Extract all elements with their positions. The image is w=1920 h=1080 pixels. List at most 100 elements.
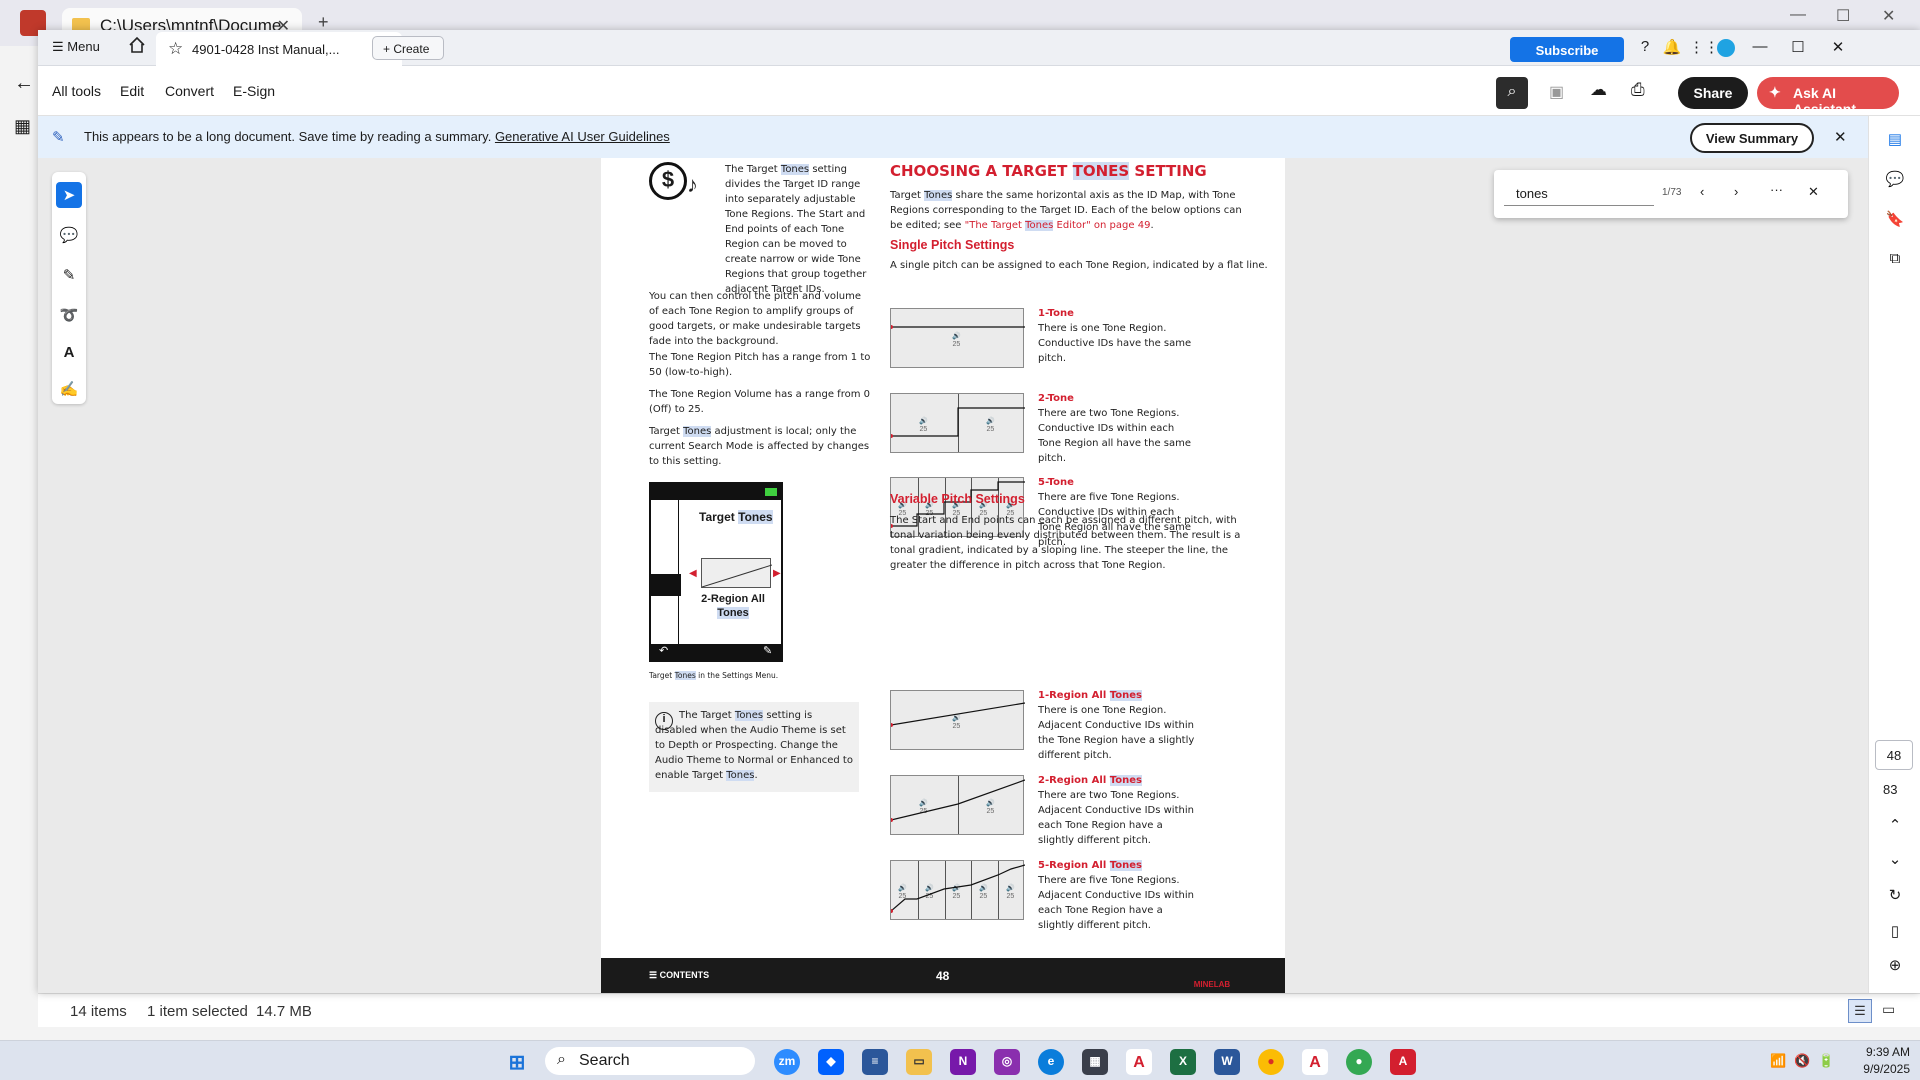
ai-assistant-icon: ✦ (1769, 84, 1781, 100)
notes-icon[interactable]: ≡ (862, 1049, 888, 1075)
single-pitch-heading: Single Pitch Settings (890, 238, 1015, 252)
right-rail: ▤ 💬 🔖 ⧉ 48 83 ⌃ ⌄ ↻ ▯ ⊕ (1868, 116, 1920, 993)
copy-pages-icon[interactable]: ⧉ (1882, 250, 1908, 276)
comment-icon[interactable]: 💬 (56, 222, 82, 248)
all-tools-menu[interactable]: All tools (52, 83, 101, 99)
search-icon[interactable]: ⌕ (1496, 77, 1528, 109)
menu-label: Menu (67, 39, 100, 54)
contents-label: CONTENTS (659, 970, 710, 980)
document-tab[interactable]: ☆4901-0428 Inst Manual,...✕ (156, 32, 402, 66)
zoom-icon[interactable]: zm (774, 1049, 800, 1075)
tone-description: There are two Tone Regions. Adjacent Con… (1038, 790, 1194, 846)
apps-icon[interactable]: ⋮⋮ (1689, 38, 1719, 58)
minimize-icon[interactable]: — (1750, 38, 1770, 58)
tone-description: There are two Tone Regions. Conductive I… (1038, 408, 1192, 464)
back-arrow-icon[interactable]: ← (14, 72, 34, 95)
create-label: Create (393, 42, 430, 56)
app-icon[interactable]: ◎ (994, 1049, 1020, 1075)
ask-ai-label: Ask AI Assistant (1793, 85, 1857, 117)
lasso-icon[interactable]: ➰ (56, 302, 82, 328)
find-input[interactable]: tones (1504, 182, 1654, 206)
wifi-icon[interactable]: 📶 (1770, 1053, 1786, 1069)
clock-date[interactable]: 9/9/2025 (1850, 1062, 1910, 1076)
bookmark-icon[interactable]: 🔖 (1882, 210, 1908, 236)
chrome-icon[interactable]: ● (1258, 1049, 1284, 1075)
text-select-icon[interactable]: A (56, 340, 82, 366)
edit-menu[interactable]: Edit (120, 83, 144, 99)
taskbar-search[interactable]: ⌕ Search (545, 1047, 755, 1075)
select-arrow-icon[interactable]: ➤ (56, 182, 82, 208)
volume-muted-icon[interactable]: 🔇 (1794, 1053, 1810, 1069)
single-pitch-item: 1-Tone There is one Tone Region. Conducti… (1038, 306, 1198, 366)
dropbox-icon[interactable]: ◆ (818, 1049, 844, 1075)
battery-icon[interactable]: 🔋 (1818, 1053, 1834, 1069)
more-options-icon[interactable]: ··· (1770, 182, 1783, 197)
acrobat-reader-icon[interactable]: A (1126, 1049, 1152, 1075)
save-icon[interactable]: ▣ (1549, 82, 1564, 102)
refresh-icon[interactable]: ↻ (1882, 886, 1908, 912)
edge-icon[interactable]: e (1038, 1049, 1064, 1075)
convert-menu[interactable]: Convert (165, 83, 214, 99)
home-icon[interactable] (128, 36, 146, 59)
text: setting divides the Target ID range into… (725, 164, 867, 295)
maximize-icon[interactable]: ☐ (1836, 6, 1850, 26)
chevron-down-icon[interactable]: ⌄ (1882, 850, 1908, 876)
find-bar: tones 1/73 ‹ › ··· ✕ (1494, 170, 1848, 218)
details-view-icon[interactable]: ☰ (1848, 999, 1872, 1023)
arrow-left-icon[interactable]: ◀ (689, 568, 697, 579)
tiles-view-icon[interactable]: ▭ (1882, 1001, 1895, 1018)
print-icon[interactable]: ⎙ (1631, 80, 1645, 100)
chrome-profile-icon[interactable]: ● (1346, 1049, 1372, 1075)
clock-time[interactable]: 9:39 AM (1850, 1045, 1910, 1059)
avatar[interactable] (1717, 39, 1735, 57)
menu-button[interactable]: ☰ Menu (52, 39, 100, 55)
page-number-input[interactable]: 48 (1875, 740, 1913, 770)
create-button[interactable]: + Create (372, 36, 444, 60)
ai-summary-rail-icon[interactable]: ▤ (1882, 130, 1908, 156)
view-summary-button[interactable]: View Summary (1690, 123, 1814, 153)
calculator-icon[interactable]: ▦ (1082, 1049, 1108, 1075)
search-icon: ⌕ (557, 1051, 566, 1068)
upload-icon[interactable]: ☁ (1590, 80, 1607, 100)
page-link[interactable]: "The Target Tones Editor" on page 49 (965, 220, 1150, 231)
share-button[interactable]: Share (1678, 77, 1748, 109)
ask-ai-assistant-button[interactable]: ✦ Ask AI Assistant (1757, 77, 1899, 117)
chevron-right-icon[interactable]: › (1734, 184, 1738, 199)
bell-icon[interactable]: 🔔 (1662, 38, 1682, 58)
minimize-icon[interactable]: — (1790, 6, 1806, 24)
close-window-icon[interactable]: ✕ (1882, 6, 1895, 26)
tone-title: 2-Tone (1038, 393, 1074, 404)
esign-menu[interactable]: E-Sign (233, 83, 275, 99)
zoom-in-icon[interactable]: ⊕ (1882, 956, 1908, 982)
file-explorer-icon[interactable]: ▭ (906, 1049, 932, 1075)
search-highlight: Tones (780, 164, 810, 175)
star-icon[interactable]: ☆ (168, 39, 183, 59)
text: CHOOSING A TARGET (890, 162, 1073, 180)
contents-link[interactable]: ☰ CONTENTS (649, 970, 709, 981)
help-icon[interactable]: ? (1635, 38, 1655, 58)
chevron-up-icon[interactable]: ⌃ (1882, 816, 1908, 842)
word-icon[interactable]: W (1214, 1049, 1240, 1075)
pen-icon[interactable]: ✎ (56, 262, 82, 288)
comment-rail-icon[interactable]: 💬 (1882, 170, 1908, 196)
excel-icon[interactable]: X (1170, 1049, 1196, 1075)
search-highlight: Tones (1109, 860, 1142, 871)
page-fit-icon[interactable]: ▯ (1882, 922, 1908, 948)
grid-icon[interactable]: ▦ (14, 116, 31, 137)
volume-range-paragraph: The Tone Region Volume has a range from … (649, 389, 870, 415)
subscribe-button[interactable]: Subscribe (1510, 37, 1624, 62)
acrobat-icon[interactable]: A (1302, 1049, 1328, 1075)
sign-icon[interactable]: ✍ (56, 376, 82, 402)
maximize-icon[interactable]: ☐ (1788, 38, 1808, 58)
find-count: 1/73 (1662, 187, 1682, 198)
windows-start-icon[interactable]: ⊞ (504, 1049, 530, 1075)
close-find-icon[interactable]: ✕ (1808, 184, 1819, 200)
close-window-icon[interactable]: ✕ (1828, 38, 1848, 58)
arrow-right-icon[interactable]: ▶ (773, 568, 781, 579)
pdf-page: $ ♪ The Target Tones setting divides the… (601, 158, 1285, 993)
close-banner-icon[interactable]: ✕ (1834, 128, 1847, 146)
onenote-icon[interactable]: N (950, 1049, 976, 1075)
chevron-left-icon[interactable]: ‹ (1700, 184, 1704, 199)
acrobat-active-icon[interactable]: A (1390, 1049, 1416, 1075)
guidelines-link[interactable]: Generative AI User Guidelines (495, 129, 670, 144)
